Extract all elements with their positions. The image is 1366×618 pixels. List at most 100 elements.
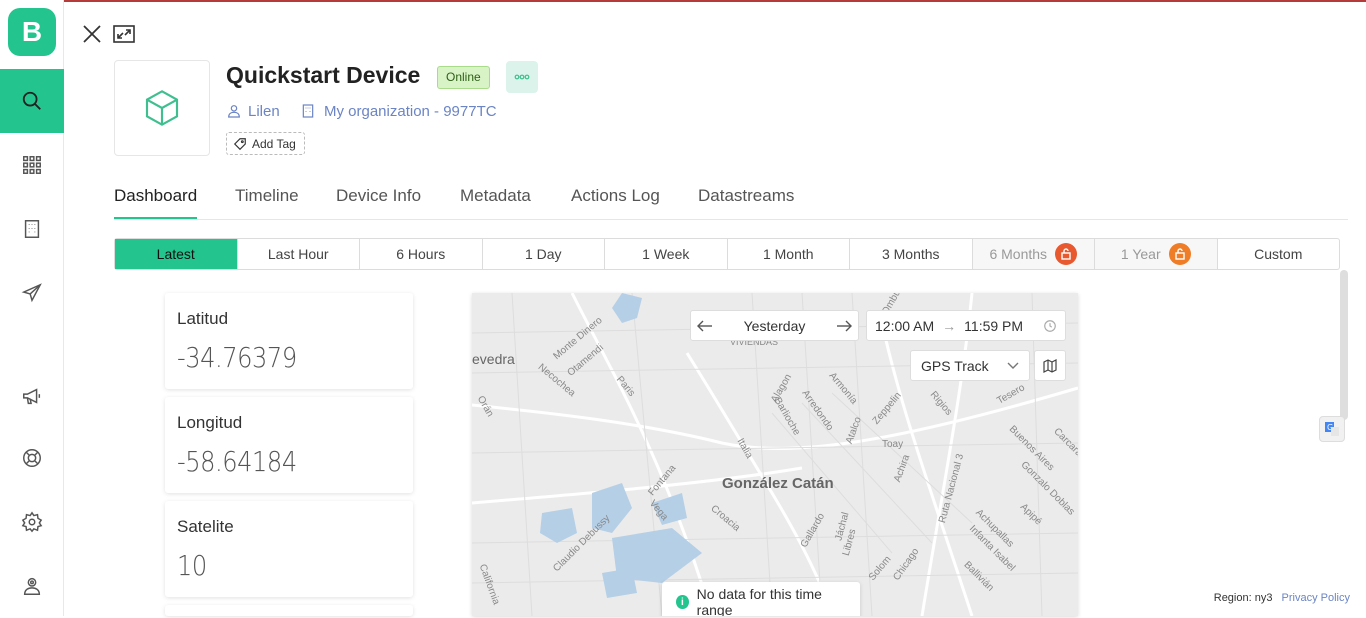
add-tag-button[interactable]: Add Tag bbox=[226, 132, 305, 155]
close-icon[interactable] bbox=[80, 22, 104, 46]
arrow-left-icon[interactable] bbox=[697, 320, 713, 332]
send-icon bbox=[21, 283, 42, 303]
more-dots-icon bbox=[514, 74, 530, 80]
card-label: Satelite bbox=[177, 517, 234, 536]
value-card-satellite: Satelite 10 bbox=[165, 501, 413, 597]
range-latest[interactable]: Latest bbox=[115, 239, 238, 269]
range-1-year[interactable]: 1 Year bbox=[1095, 239, 1218, 269]
range-6-hours[interactable]: 6 Hours bbox=[360, 239, 483, 269]
card-value: -34.76379 bbox=[177, 341, 297, 374]
collapse-icon[interactable] bbox=[112, 22, 136, 46]
sidebar-item-organizations[interactable] bbox=[0, 197, 64, 261]
range-label: Custom bbox=[1254, 246, 1303, 262]
lock-icon bbox=[1168, 243, 1191, 265]
value-card-latitude: Latitud -34.76379 bbox=[165, 293, 413, 389]
sidebar: B bbox=[0, 0, 64, 616]
lock-icon bbox=[1055, 243, 1078, 265]
range-label: 1 Year bbox=[1120, 246, 1161, 262]
device-organization[interactable]: My organization - 9977TC bbox=[300, 100, 497, 122]
top-accent-line bbox=[0, 0, 1366, 2]
value-card-longitude: Longitud -58.64184 bbox=[165, 397, 413, 493]
tab-device-info[interactable]: Device Info bbox=[336, 186, 421, 219]
map-view-toggle[interactable] bbox=[1034, 350, 1066, 381]
track-mode-value: GPS Track bbox=[921, 357, 989, 374]
sidebar-item-devices[interactable] bbox=[0, 133, 64, 197]
device-owner[interactable]: Lilen bbox=[226, 100, 280, 122]
logo-letter: B bbox=[21, 16, 43, 47]
card-value: -58.64184 bbox=[177, 445, 297, 478]
range-3-months[interactable]: 3 Months bbox=[850, 239, 973, 269]
region-label: Region: ny3 bbox=[1213, 592, 1273, 604]
track-mode-select[interactable]: GPS Track bbox=[910, 350, 1030, 381]
range-label: 1 Week bbox=[642, 246, 690, 262]
card-label: Longitud bbox=[177, 413, 243, 432]
tab-actions-log[interactable]: Actions Log bbox=[571, 186, 660, 219]
arrow-right-icon: → bbox=[942, 317, 957, 334]
value-card-partial bbox=[165, 605, 413, 616]
owner-name: Lilen bbox=[248, 102, 280, 120]
add-tag-label: Add Tag bbox=[252, 136, 296, 151]
map-time-range-control[interactable]: 12:00 AM → 11:59 PM bbox=[866, 310, 1066, 341]
privacy-policy-link[interactable]: Privacy Policy bbox=[1282, 592, 1350, 604]
range-label: Last Hour bbox=[267, 246, 329, 262]
clock-icon bbox=[1043, 319, 1057, 333]
map-icon bbox=[1043, 358, 1057, 373]
gear-icon bbox=[21, 511, 43, 533]
time-range-selector: Latest Last Hour 6 Hours 1 Day 1 Week 1 … bbox=[114, 238, 1340, 270]
map-widget[interactable]: González Catán evedra Necochea Monte Din… bbox=[472, 293, 1078, 616]
more-options-button[interactable] bbox=[506, 61, 538, 93]
range-label: 3 Months bbox=[881, 246, 940, 262]
arrow-right-icon[interactable] bbox=[836, 320, 852, 332]
sidebar-item-messages[interactable] bbox=[0, 261, 64, 325]
info-icon: i bbox=[676, 595, 689, 609]
range-1-month[interactable]: 1 Month bbox=[728, 239, 850, 269]
time-to: 11:59 PM bbox=[964, 317, 1024, 334]
map-date-control: Yesterday bbox=[690, 310, 859, 341]
map-city-label: González Catán bbox=[722, 475, 834, 492]
range-label: 6 Months bbox=[989, 246, 1048, 262]
map-place-label: Toay bbox=[882, 439, 904, 450]
range-label: Latest bbox=[156, 246, 195, 262]
chevron-down-icon bbox=[1007, 362, 1019, 369]
card-value: 10 bbox=[177, 549, 207, 582]
map-date-label[interactable]: Yesterday bbox=[744, 318, 806, 334]
tab-metadata[interactable]: Metadata bbox=[460, 186, 531, 219]
sidebar-item-announcements[interactable] bbox=[0, 364, 64, 428]
translate-icon[interactable]: G bbox=[1319, 416, 1345, 442]
range-custom[interactable]: Custom bbox=[1218, 239, 1340, 269]
tab-datastreams[interactable]: Datastreams bbox=[698, 186, 794, 219]
app-logo[interactable]: B bbox=[8, 8, 56, 56]
grid-icon bbox=[23, 156, 41, 174]
tab-dashboard[interactable]: Dashboard bbox=[114, 186, 198, 219]
range-last-hour[interactable]: Last Hour bbox=[238, 239, 360, 269]
sidebar-item-settings[interactable] bbox=[0, 490, 64, 554]
lifebuoy-icon bbox=[23, 449, 41, 467]
range-label: 1 Day bbox=[524, 246, 562, 262]
user-badge-icon bbox=[23, 577, 41, 595]
range-label: 6 Hours bbox=[396, 246, 446, 262]
range-1-week[interactable]: 1 Week bbox=[605, 239, 728, 269]
no-data-message: No data for this time range bbox=[696, 586, 822, 616]
map-place-label: evedra bbox=[472, 351, 515, 367]
sidebar-item-help[interactable] bbox=[0, 426, 64, 490]
status-badge: Online bbox=[437, 66, 490, 89]
cube-icon bbox=[145, 90, 179, 126]
card-label: Latitud bbox=[177, 309, 229, 328]
device-title: Quickstart Device bbox=[226, 62, 421, 88]
range-6-months[interactable]: 6 Months bbox=[972, 239, 1095, 269]
tag-icon bbox=[233, 137, 247, 151]
sidebar-item-search[interactable] bbox=[0, 69, 64, 133]
tab-timeline[interactable]: Timeline bbox=[235, 186, 299, 219]
time-from: 12:00 AM bbox=[875, 317, 935, 334]
no-data-toast: i No data for this time range bbox=[662, 582, 860, 616]
device-tabs: Dashboard Timeline Device Info Metadata … bbox=[114, 180, 1348, 220]
megaphone-icon bbox=[23, 388, 41, 405]
organization-name: My organization - 9977TC bbox=[324, 102, 497, 120]
sidebar-item-profile[interactable] bbox=[0, 554, 64, 618]
user-icon bbox=[226, 103, 242, 119]
range-1-day[interactable]: 1 Day bbox=[483, 239, 605, 269]
device-image bbox=[114, 60, 210, 156]
scrollbar[interactable] bbox=[1340, 270, 1348, 420]
footer: Region: ny3 Privacy Policy bbox=[1214, 592, 1350, 604]
building-icon bbox=[300, 103, 316, 119]
